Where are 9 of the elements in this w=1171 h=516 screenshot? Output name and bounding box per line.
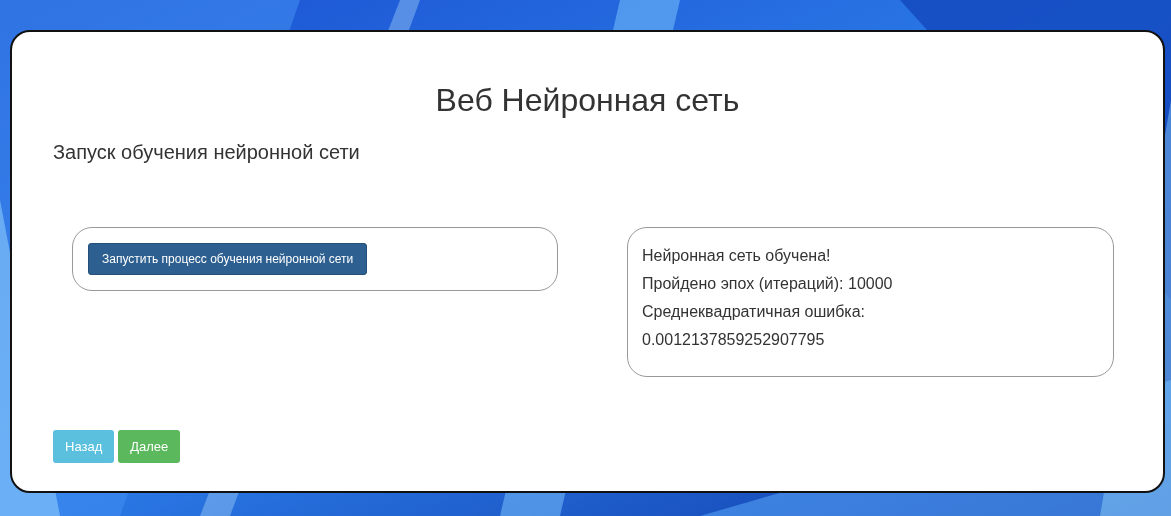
result-text: Пройдено эпох (итераций): 10000 (642, 274, 894, 294)
section-heading: Запуск обучения нейронной сети (53, 140, 361, 165)
next-button[interactable]: Далее (118, 430, 181, 463)
result-text: Среднеквадратичная ошибка: (642, 302, 867, 322)
page-title: Веб Нейронная сеть (434, 81, 741, 120)
result-text: 0.0012137859252907795 (642, 330, 826, 350)
result-text: Нейронная сеть обучена! (642, 246, 832, 266)
back-button[interactable]: Назад (53, 430, 115, 463)
train-button[interactable]: Запустить процесс обучения нейронной сети (88, 243, 368, 275)
